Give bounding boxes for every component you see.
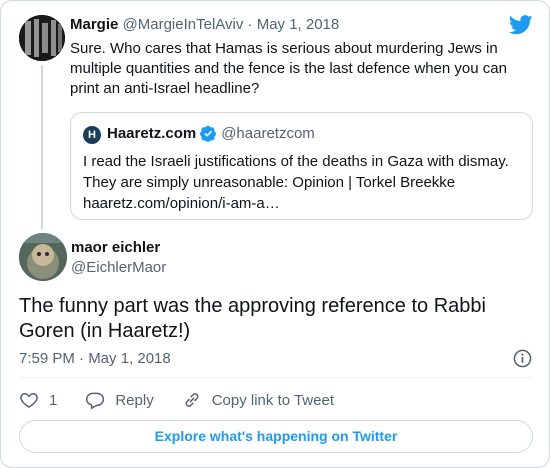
haaretz-logo: H (83, 126, 101, 144)
maor-eichler-avatar[interactable] (19, 233, 67, 281)
maor-eichler-avatar-image (19, 233, 67, 281)
heart-icon (20, 392, 38, 408)
reply-label: Reply (115, 391, 154, 409)
explore-button[interactable]: Explore what's happening on Twitter (19, 420, 533, 453)
quoted-author-handle: @haaretzcom (221, 125, 315, 142)
tweet-author-name[interactable]: maor eichler (71, 239, 160, 256)
info-icon[interactable] (513, 349, 532, 368)
like-button[interactable]: 1 (19, 390, 57, 410)
tweet-author-handle[interactable]: @EichlerMaor (71, 259, 166, 276)
quoted-tweet-header: Haaretz.com @haaretzcom (107, 125, 315, 142)
margie-avatar[interactable] (19, 15, 65, 61)
tweet-timestamp[interactable]: 7:59 PM · May 1, 2018 (19, 350, 171, 367)
reply-button[interactable]: Reply (85, 390, 154, 410)
context-author-handle[interactable]: @MargieInTelAviv (123, 16, 244, 33)
margie-avatar-image (19, 15, 65, 61)
quoted-tweet-card[interactable]: H Haaretz.com @haaretzcom I read the Isr… (70, 112, 533, 220)
like-count: 1 (49, 391, 58, 409)
context-tweet-text: Sure. Who cares that Hamas is serious ab… (70, 40, 507, 97)
tweet-embed-card: Margie @MargieInTelAviv · May 1, 2018 Su… (0, 0, 550, 468)
quoted-tweet-text: I read the Israeli justifications of the… (83, 153, 509, 212)
actions-divider (19, 377, 533, 378)
context-author-name[interactable]: Margie (70, 16, 118, 33)
context-tweet-date[interactable]: · May 1, 2018 (248, 16, 340, 33)
reply-icon (86, 392, 105, 410)
link-icon (185, 393, 199, 407)
twitter-bird-icon[interactable] (509, 15, 533, 35)
tweet-text: The funny part was the approving referen… (19, 295, 486, 342)
copy-link-label: Copy link to Tweet (211, 391, 334, 409)
verified-badge-icon (200, 125, 217, 142)
thread-connector-line (41, 65, 43, 229)
context-tweet-header: Margie @MargieInTelAviv · May 1, 2018 (70, 16, 339, 33)
quoted-author-name: Haaretz.com (107, 125, 197, 142)
tweet-actions: 1 Reply Copy link to Tweet (19, 389, 362, 411)
copy-link-button[interactable]: Copy link to Tweet (182, 390, 334, 410)
